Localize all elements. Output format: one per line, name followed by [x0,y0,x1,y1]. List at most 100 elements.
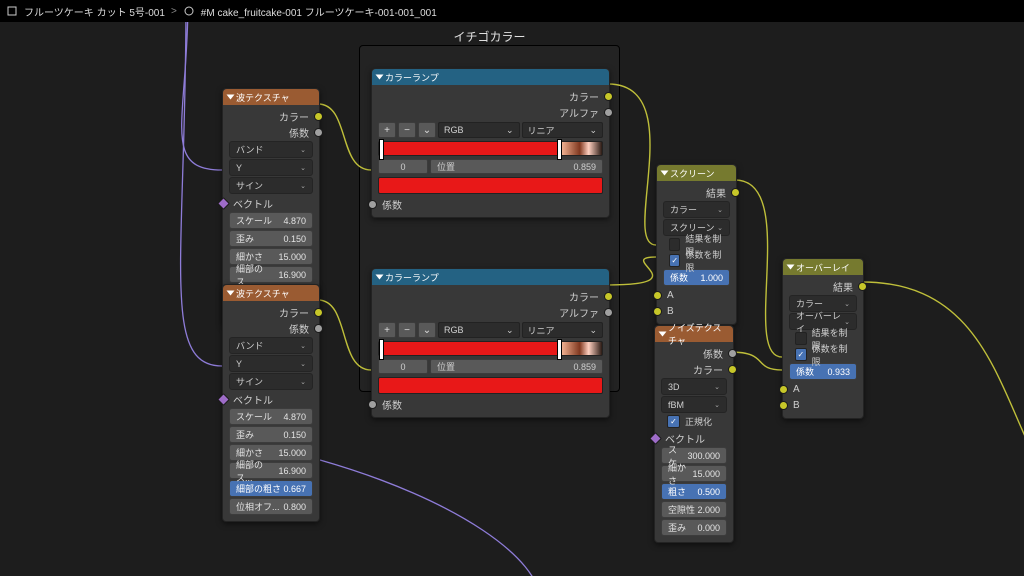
ramp-remove-btn[interactable]: − [398,322,416,338]
noise-lacunarity[interactable]: 空隙性2.000 [661,501,727,518]
socket-out-color[interactable] [604,292,613,301]
wave-band-select[interactable]: バンド⌄ [229,141,313,158]
noise-roughness[interactable]: 粗さ0.500 [661,483,727,500]
ramp-add-btn[interactable]: + [378,122,396,138]
socket-vector[interactable] [217,197,230,210]
noise-distortion[interactable]: 歪み0.000 [661,519,727,536]
chevron-down-icon: ⌄ [589,125,597,136]
socket-in-factor[interactable] [368,400,377,409]
crumb-material[interactable]: #M cake_fruitcake-001 フルーツケーキ-001-001_00… [201,4,437,19]
wave-phase[interactable]: 位相オフ...0.800 [229,498,313,515]
wave-dir-select[interactable]: Y⌄ [229,355,313,372]
node-mix-overlay[interactable]: オーバーレイ 結果 カラー⌄ オーバーレイ⌄ 結果を制限 ✓係数を制限 係数0.… [782,258,864,419]
wave-scale[interactable]: スケール4.870 [229,212,313,229]
socket-b[interactable] [653,307,662,316]
socket-out-color[interactable] [728,365,737,374]
chevron-down-icon: ⌄ [714,383,720,391]
noise-type-select[interactable]: fBM⌄ [661,396,727,413]
wave-distortion[interactable]: 歪み0.150 [229,230,313,247]
ramp-stop[interactable] [379,339,384,360]
ramp-interp-select[interactable]: リニア⌄ [522,322,604,338]
ramp-stop[interactable] [379,139,384,160]
collapse-icon[interactable] [376,275,384,280]
socket-out-alpha[interactable] [604,108,613,117]
ramp-stop[interactable] [557,339,562,360]
wave-dir-select[interactable]: Y⌄ [229,159,313,176]
node-noise-texture[interactable]: ノイズテクスチャ 係数 カラー 3D⌄ fBM⌄ ✓正規化 ベクトル スケ...… [654,325,734,543]
collapse-icon[interactable] [227,95,235,100]
node-header[interactable]: カラーランプ [372,269,609,285]
wave-band-select[interactable]: バンド⌄ [229,337,313,354]
node-header[interactable]: カラーランプ [372,69,609,85]
node-header[interactable]: ノイズテクスチャ [655,326,733,342]
socket-a[interactable] [779,385,788,394]
socket-out-result[interactable] [731,188,740,197]
node-wave-texture-2[interactable]: 波テクスチャ カラー 係数 バンド⌄ Y⌄ サイン⌄ ベクトル スケール4.87… [222,284,320,522]
out-result-label: 結果 [706,185,726,200]
node-title: カラーランプ [385,271,439,284]
chevron-down-icon: ⌄ [506,325,514,336]
collapse-icon[interactable] [376,75,384,80]
wave-profile-select[interactable]: サイン⌄ [229,373,313,390]
noise-dim-select[interactable]: 3D⌄ [661,378,727,395]
node-title: 波テクスチャ [236,287,290,300]
node-title: オーバーレイ [796,261,850,274]
ramp-index[interactable]: 0 [378,359,428,374]
noise-normalize-check[interactable]: ✓正規化 [661,414,727,429]
ramp-position[interactable]: 位置0.859 [430,159,603,174]
node-header[interactable]: 波テクスチャ [223,285,319,301]
in-factor-label: 係数 [382,397,402,412]
wave-detail-scale[interactable]: 細部のス...16.900 [229,462,313,479]
clamp-factor-check[interactable]: ✓係数を制限 [663,253,730,268]
mix-type-select[interactable]: カラー⌄ [663,201,730,218]
out-color-label: カラー [279,109,309,124]
ramp-position[interactable]: 位置0.859 [430,359,603,374]
ramp-mode-select[interactable]: RGB⌄ [438,122,520,138]
socket-out-color[interactable] [314,112,323,121]
node-header[interactable]: オーバーレイ [783,259,863,275]
ramp-index[interactable]: 0 [378,159,428,174]
socket-vector[interactable] [217,393,230,406]
node-editor-canvas[interactable]: イチゴカラー 波テクスチャ カラー 係数 バンド⌄ Y⌄ サイン⌄ ベクトル ス… [0,0,1024,576]
socket-out-factor[interactable] [728,349,737,358]
ramp-stop[interactable] [557,139,562,160]
ramp-menu-btn[interactable]: ⌄ [418,122,436,138]
socket-out-alpha[interactable] [604,308,613,317]
ramp-color-swatch[interactable] [378,177,603,194]
socket-out-color[interactable] [314,308,323,317]
color-ramp-gradient[interactable] [378,341,603,356]
ramp-mode-select[interactable]: RGB⌄ [438,322,520,338]
crumb-object[interactable]: フルーツケーキ カット 5号-001 [24,4,165,19]
node-header[interactable]: 波テクスチャ [223,89,319,105]
wave-scale[interactable]: スケール4.870 [229,408,313,425]
wave-detail-scale[interactable]: 細部のス...16.900 [229,266,313,283]
socket-out-factor[interactable] [314,324,323,333]
collapse-icon[interactable] [661,171,669,176]
node-color-ramp-2[interactable]: カラーランプ カラー アルファ + − ⌄ RGB⌄ リニア⌄ 0 [371,268,610,418]
socket-out-color[interactable] [604,92,613,101]
collapse-icon[interactable] [787,265,795,270]
node-mix-screen[interactable]: スクリーン 結果 カラー⌄ スクリーン⌄ 結果を制限 ✓係数を制限 係数1.00… [656,164,737,325]
noise-detail[interactable]: 細かさ15.000 [661,465,727,482]
wave-detail-rough[interactable]: 細部の粗さ0.667 [229,480,313,497]
socket-vector[interactable] [649,432,662,445]
node-color-ramp-1[interactable]: カラーランプ カラー アルファ + − ⌄ RGB⌄ リニア⌄ 0 [371,68,610,218]
ramp-interp-select[interactable]: リニア⌄ [522,122,604,138]
ramp-add-btn[interactable]: + [378,322,396,338]
ramp-remove-btn[interactable]: − [398,122,416,138]
ramp-color-swatch[interactable] [378,377,603,394]
wave-profile-select[interactable]: サイン⌄ [229,177,313,194]
socket-b[interactable] [779,401,788,410]
wave-distortion[interactable]: 歪み0.150 [229,426,313,443]
socket-out-factor[interactable] [314,128,323,137]
collapse-icon[interactable] [659,332,667,337]
out-result-label: 結果 [833,279,853,294]
ramp-menu-btn[interactable]: ⌄ [418,322,436,338]
color-ramp-gradient[interactable] [378,141,603,156]
node-header[interactable]: スクリーン [657,165,736,181]
socket-in-factor[interactable] [368,200,377,209]
collapse-icon[interactable] [227,291,235,296]
socket-out-result[interactable] [858,282,867,291]
clamp-factor-check[interactable]: ✓係数を制限 [789,347,857,362]
socket-a[interactable] [653,291,662,300]
